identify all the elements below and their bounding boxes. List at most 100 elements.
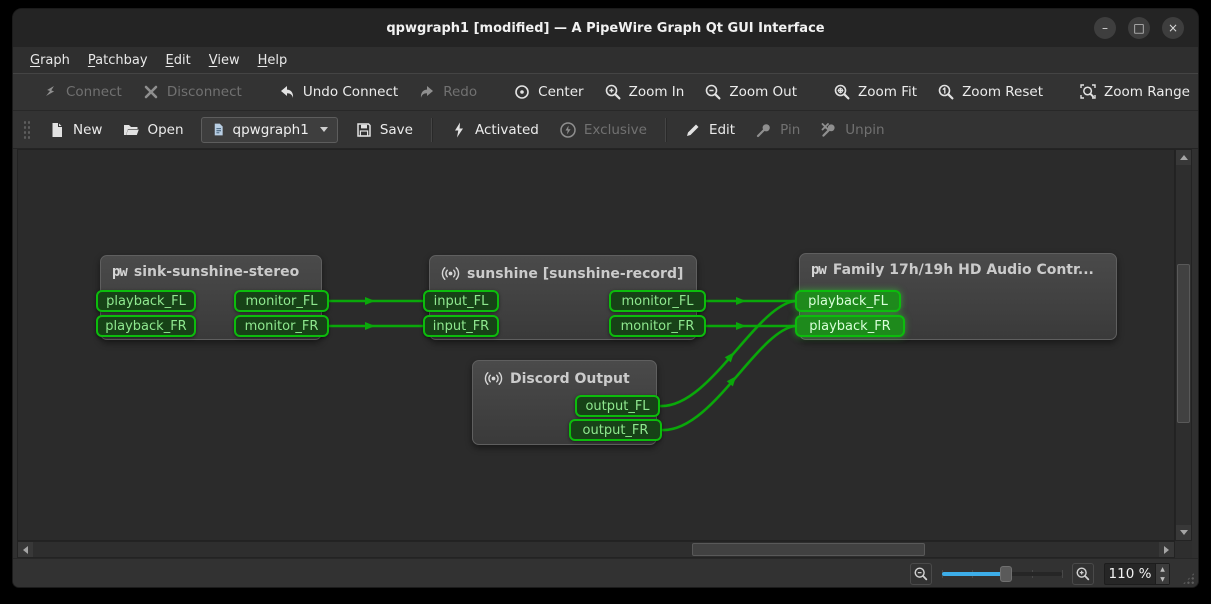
menu-edit[interactable]: Edit: [157, 50, 200, 71]
close-button[interactable]: ×: [1162, 17, 1184, 39]
broadcast-icon: [484, 369, 503, 388]
edit-pencil-icon: [684, 121, 702, 139]
redo-button[interactable]: Redo: [408, 77, 487, 107]
node-header: sunshine [sunshine-record]: [430, 256, 696, 291]
unpin-icon: [820, 121, 838, 139]
window-title: qpwgraph1 [modified] — A PipeWire Graph …: [386, 21, 824, 36]
arrow-up-icon: [1180, 155, 1188, 160]
maximize-button[interactable]: □: [1128, 17, 1150, 39]
scrollbar-corner: [1175, 541, 1192, 558]
port-sink-playback-fl[interactable]: playback_FL: [96, 290, 196, 312]
open-button[interactable]: Open: [112, 115, 193, 145]
zoom-slider[interactable]: [942, 565, 1062, 583]
broadcast-icon: [441, 264, 460, 283]
zoom-percent-value: 110 %: [1105, 566, 1155, 582]
pin-button[interactable]: Pin: [745, 115, 810, 145]
activated-icon: [450, 121, 468, 139]
spin-down-button[interactable]: ▼: [1155, 574, 1169, 584]
menu-help[interactable]: Help: [249, 50, 297, 71]
toolbar-grip[interactable]: [23, 119, 30, 141]
toolbar-separator: [665, 118, 666, 142]
node-header: pw Family 17h/19h HD Audio Contr...: [800, 254, 1116, 286]
horizontal-scrollbar-thumb[interactable]: [692, 543, 925, 556]
slider-fill: [942, 572, 1006, 576]
port-sunshine-input-fl[interactable]: input_FL: [423, 290, 499, 312]
node-header: Discord Output: [473, 361, 656, 396]
zoom-fit-button[interactable]: Zoom Fit: [823, 77, 927, 107]
port-discord-output-fl[interactable]: output_FL: [575, 395, 660, 417]
save-icon: [355, 121, 373, 139]
menu-view[interactable]: View: [200, 50, 249, 71]
zoom-out-icon: [704, 83, 722, 101]
open-folder-icon: [122, 121, 140, 139]
center-icon: [513, 83, 531, 101]
node-title-text: Discord Output: [510, 371, 630, 387]
disconnect-button[interactable]: Disconnect: [132, 77, 252, 107]
exclusive-button[interactable]: Exclusive: [549, 115, 657, 145]
slider-handle[interactable]: [1000, 566, 1012, 582]
connect-button[interactable]: Connect: [31, 77, 132, 107]
vertical-scrollbar-thumb[interactable]: [1177, 264, 1190, 423]
slider-tick: [1062, 570, 1063, 578]
chevron-down-icon: [320, 127, 328, 132]
zoom-fit-icon: [833, 83, 851, 101]
port-family-playback-fl[interactable]: playback_FL: [795, 290, 901, 312]
port-sunshine-monitor-fl[interactable]: monitor_FL: [609, 290, 706, 312]
wire-discord-to-family-fr: [662, 326, 795, 430]
port-sink-monitor-fl[interactable]: monitor_FL: [234, 290, 329, 312]
arrow-right-icon: [1164, 546, 1169, 554]
node-title-text: sink-sunshine-stereo: [134, 264, 299, 280]
port-sink-playback-fr[interactable]: playback_FR: [96, 315, 196, 337]
spin-up-button[interactable]: ▲: [1155, 564, 1169, 574]
node-title-text: Family 17h/19h HD Audio Contr...: [833, 262, 1094, 278]
port-discord-output-fr[interactable]: output_FR: [569, 419, 662, 441]
arrow-left-icon: [23, 546, 28, 554]
port-sink-monitor-fr[interactable]: monitor_FR: [234, 315, 329, 337]
redo-icon: [418, 83, 436, 101]
zoom-in-button[interactable]: Zoom In: [594, 77, 695, 107]
zoom-percent-spinbox[interactable]: 110 % ▲ ▼: [1104, 563, 1170, 585]
zoom-out-button[interactable]: Zoom Out: [694, 77, 807, 107]
port-sunshine-input-fr[interactable]: input_FR: [423, 315, 499, 337]
statusbar-zoom-out-button[interactable]: [910, 563, 932, 585]
window-resize-grip[interactable]: [1182, 572, 1195, 585]
menu-graph[interactable]: Graph: [21, 50, 79, 71]
horizontal-scrollbar[interactable]: [17, 541, 1175, 558]
menu-patchbay[interactable]: Patchbay: [79, 50, 157, 71]
toolbar-main: Connect Disconnect Undo Connect Redo Cen…: [13, 73, 1198, 111]
zoom-reset-button[interactable]: Zoom Reset: [927, 77, 1053, 107]
center-button[interactable]: Center: [503, 77, 593, 107]
new-button[interactable]: New: [38, 115, 112, 145]
toolbar-separator: [431, 118, 432, 142]
undo-connect-button[interactable]: Undo Connect: [268, 77, 408, 107]
graph-canvas[interactable]: pw sink-sunshine-stereo playback_FL play…: [17, 149, 1175, 541]
pipewire-icon: pw: [811, 262, 826, 278]
exclusive-icon: [559, 121, 577, 139]
undo-icon: [278, 83, 296, 101]
port-family-playback-fr[interactable]: playback_FR: [795, 315, 905, 337]
toolbar-file: New Open qpwgraph1 Save Activated Exclus…: [13, 111, 1198, 149]
unpin-button[interactable]: Unpin: [810, 115, 894, 145]
pipewire-icon: pw: [112, 264, 127, 280]
minimize-button[interactable]: –: [1094, 17, 1116, 39]
connection-wires: [18, 150, 1175, 541]
scroll-right-button[interactable]: [1159, 542, 1174, 557]
disconnect-icon: [142, 83, 160, 101]
close-icon: ×: [1168, 22, 1178, 34]
port-sunshine-monitor-fr[interactable]: monitor_FR: [609, 315, 706, 337]
vertical-scrollbar[interactable]: [1175, 149, 1192, 541]
save-button[interactable]: Save: [345, 115, 423, 145]
zoom-range-icon: [1079, 83, 1097, 101]
zoom-range-button[interactable]: Zoom Range: [1069, 77, 1199, 107]
scroll-down-button[interactable]: [1176, 525, 1191, 540]
edit-button[interactable]: Edit: [674, 115, 745, 145]
arrow-down-icon: [1180, 530, 1188, 535]
patchbay-select[interactable]: qpwgraph1: [201, 117, 338, 143]
scroll-left-button[interactable]: [18, 542, 33, 557]
patchbay-file-icon: [211, 122, 226, 137]
scroll-up-button[interactable]: [1176, 150, 1191, 165]
activated-button[interactable]: Activated: [440, 115, 549, 145]
connect-icon: [41, 83, 59, 101]
app-window: qpwgraph1 [modified] — A PipeWire Graph …: [12, 8, 1199, 588]
statusbar-zoom-in-button[interactable]: [1072, 563, 1094, 585]
